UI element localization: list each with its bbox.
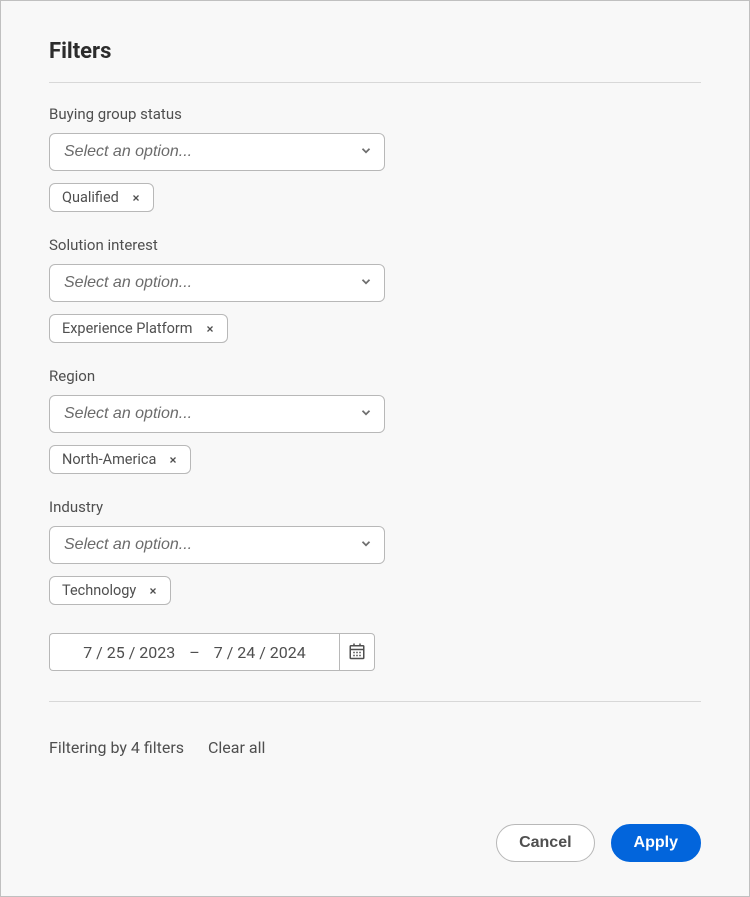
panel-title: Filters — [49, 39, 701, 64]
calendar-button[interactable] — [339, 633, 375, 671]
region-label: Region — [49, 367, 701, 385]
close-icon[interactable] — [129, 191, 143, 205]
buying-group-status-select-wrap: Select an option... — [49, 133, 385, 171]
region-select[interactable]: Select an option... — [49, 395, 385, 433]
close-icon[interactable] — [166, 453, 180, 467]
date-dash: – — [175, 643, 214, 662]
close-icon[interactable] — [203, 322, 217, 336]
tag-technology[interactable]: Technology — [49, 576, 171, 605]
date-range-row: 7 / 25 / 2023 – 7 / 24 / 2024 — [49, 633, 375, 671]
tag-qualified[interactable]: Qualified — [49, 183, 154, 212]
tag-label: Qualified — [62, 189, 119, 206]
filters-panel: Filters Buying group status Select an op… — [0, 0, 750, 897]
filter-buying-group-status: Buying group status Select an option... … — [49, 105, 701, 212]
region-select-wrap: Select an option... — [49, 395, 385, 433]
industry-tags: Technology — [49, 576, 701, 605]
filter-region: Region Select an option... North-America — [49, 367, 701, 474]
clear-all-link[interactable]: Clear all — [208, 738, 265, 757]
buying-group-status-label: Buying group status — [49, 105, 701, 123]
buying-group-status-select[interactable]: Select an option... — [49, 133, 385, 171]
cancel-button[interactable]: Cancel — [496, 824, 594, 862]
solution-interest-label: Solution interest — [49, 236, 701, 254]
apply-button[interactable]: Apply — [611, 824, 701, 862]
solution-interest-select[interactable]: Select an option... — [49, 264, 385, 302]
close-icon[interactable] — [146, 584, 160, 598]
tag-experience-platform[interactable]: Experience Platform — [49, 314, 228, 343]
tag-label: Experience Platform — [62, 320, 193, 337]
date-end: 7 / 24 / 2024 — [214, 643, 306, 662]
industry-select-wrap: Select an option... — [49, 526, 385, 564]
date-range-input[interactable]: 7 / 25 / 2023 – 7 / 24 / 2024 — [49, 633, 339, 671]
divider-top — [49, 82, 701, 83]
solution-interest-select-wrap: Select an option... — [49, 264, 385, 302]
filter-industry: Industry Select an option... Technology — [49, 498, 701, 605]
button-row: Cancel Apply — [496, 824, 701, 862]
solution-interest-tags: Experience Platform — [49, 314, 701, 343]
industry-label: Industry — [49, 498, 701, 516]
industry-select[interactable]: Select an option... — [49, 526, 385, 564]
buying-group-status-tags: Qualified — [49, 183, 701, 212]
region-tags: North-America — [49, 445, 701, 474]
status-row: Filtering by 4 filters Clear all — [49, 738, 701, 757]
tag-north-america[interactable]: North-America — [49, 445, 191, 474]
divider-bottom — [49, 701, 701, 702]
date-start: 7 / 25 / 2023 — [83, 643, 175, 662]
calendar-icon — [348, 642, 366, 663]
filter-solution-interest: Solution interest Select an option... Ex… — [49, 236, 701, 343]
tag-label: North-America — [62, 451, 156, 468]
tag-label: Technology — [62, 582, 136, 599]
filter-count-text: Filtering by 4 filters — [49, 738, 184, 757]
